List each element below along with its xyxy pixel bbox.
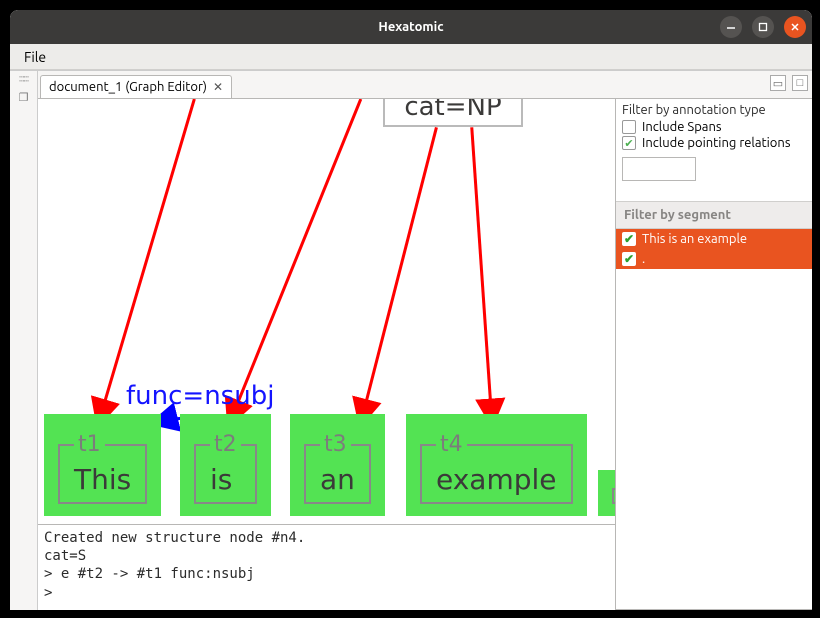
close-button[interactable]	[784, 16, 806, 38]
token-id: t4	[436, 432, 467, 457]
structure-node-cat[interactable]: cat=NP	[383, 99, 523, 127]
minimize-button[interactable]	[720, 16, 742, 38]
graph-column: cat=NP func=nsubj t1 This t2	[38, 99, 616, 610]
restore-view-icon[interactable]: ❐	[19, 91, 29, 104]
token-text: an	[320, 463, 355, 496]
app-window: Hexatomic File ┄┄┄┄ ❐ document_1 (Graph …	[10, 10, 812, 610]
token-text: example	[436, 463, 557, 496]
checkbox-checked-icon[interactable]: ✔	[622, 136, 636, 150]
window-title: Hexatomic	[378, 20, 443, 34]
include-spans-row[interactable]: Include Spans	[616, 119, 812, 135]
filter-segment-title: Filter by segment	[616, 201, 812, 229]
segment-label: .	[642, 252, 645, 266]
left-gutter: ┄┄┄┄ ❐	[10, 71, 38, 610]
segment-item[interactable]: ✔ .	[616, 249, 812, 269]
token-t1[interactable]: t1 This	[44, 414, 161, 516]
filter-text-input[interactable]	[622, 157, 696, 181]
tab-document-1[interactable]: document_1 (Graph Editor) ✕	[40, 75, 232, 98]
include-pointing-label: Include pointing relations	[642, 136, 790, 150]
token-id: t2	[210, 432, 241, 457]
main-area: document_1 (Graph Editor) ✕ ▭ □	[38, 71, 812, 610]
checkbox-unchecked-icon[interactable]	[622, 120, 636, 134]
include-pointing-row[interactable]: ✔ Include pointing relations	[616, 135, 812, 151]
token-t3[interactable]: t3 an	[290, 414, 385, 516]
console-text: Created new structure node #n4. cat=S > …	[44, 530, 305, 601]
menubar: File	[10, 44, 812, 70]
sidebar: Filter by annotation type Include Spans …	[616, 99, 812, 610]
token-overflow[interactable]	[598, 470, 615, 516]
titlebar: Hexatomic	[10, 10, 812, 44]
node-label: cat=NP	[404, 99, 501, 122]
work-area: cat=NP func=nsubj t1 This t2	[38, 99, 812, 610]
maximize-view-icon[interactable]: □	[792, 75, 808, 91]
window-controls	[720, 16, 806, 38]
gutter-grip-icon: ┄┄┄┄	[19, 75, 28, 83]
minimize-view-icon[interactable]: ▭	[770, 75, 786, 91]
maximize-button[interactable]	[752, 16, 774, 38]
token-t2[interactable]: t2 is	[180, 414, 271, 516]
menu-file[interactable]: File	[16, 47, 54, 67]
graph-canvas[interactable]: cat=NP func=nsubj t1 This t2	[38, 99, 615, 524]
segment-item[interactable]: ✔ This is an example	[616, 229, 812, 249]
edge-label-func[interactable]: func=nsubj	[126, 381, 274, 411]
token-text: is	[210, 463, 241, 496]
console-output[interactable]: Created new structure node #n4. cat=S > …	[38, 524, 615, 610]
client-area: ┄┄┄┄ ❐ document_1 (Graph Editor) ✕ ▭ □	[10, 70, 812, 610]
token-id: t1	[74, 432, 105, 457]
tab-close-icon[interactable]: ✕	[213, 80, 223, 94]
sidebar-spacer	[616, 269, 812, 610]
token-text: This	[74, 463, 131, 496]
segment-checkbox-icon[interactable]: ✔	[622, 252, 636, 266]
token-t4[interactable]: t4 example	[406, 414, 587, 516]
filter-type-title: Filter by annotation type	[616, 99, 812, 119]
segment-label: This is an example	[642, 232, 747, 246]
editor-tabs: document_1 (Graph Editor) ✕ ▭ □	[38, 71, 812, 99]
tab-view-controls: ▭ □	[770, 75, 808, 91]
segment-checkbox-icon[interactable]: ✔	[622, 232, 636, 246]
include-spans-label: Include Spans	[642, 120, 722, 134]
token-id: t3	[320, 432, 351, 457]
tab-label: document_1 (Graph Editor)	[49, 80, 207, 94]
